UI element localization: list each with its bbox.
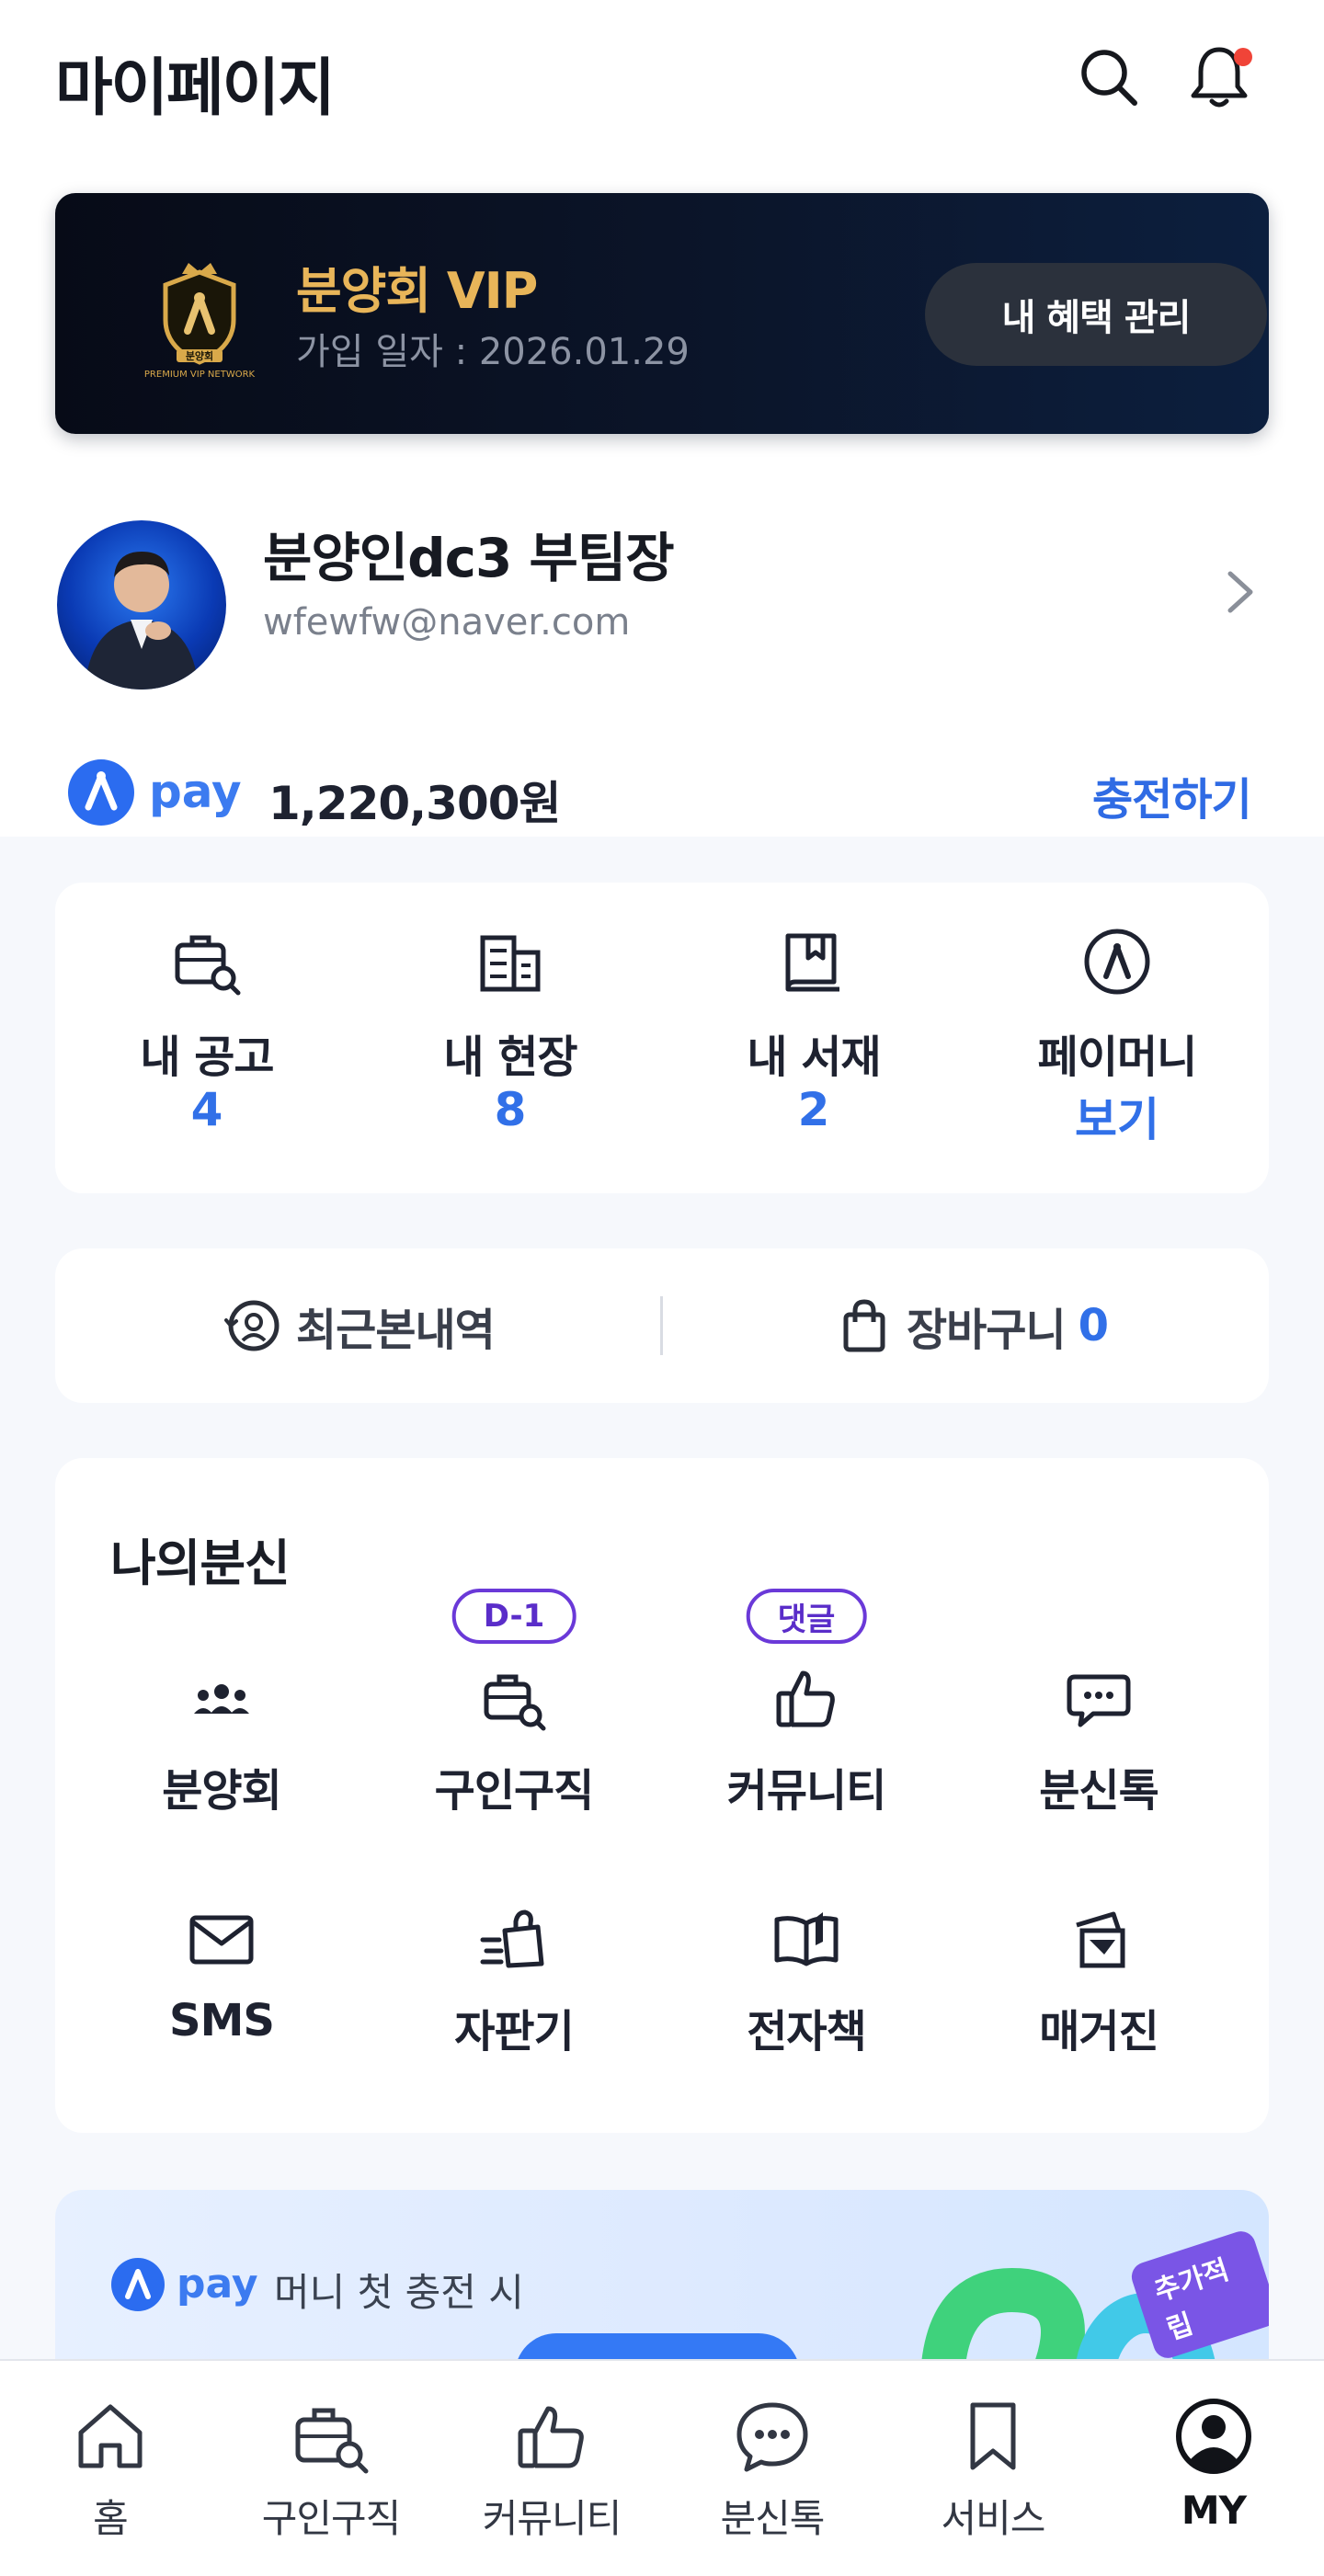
menu-item-bunyanghoe[interactable]: 분양회	[75, 1662, 368, 1864]
stat-label: 페이머니	[1037, 1032, 1198, 1083]
menu-item-ebook[interactable]: 전자책	[660, 1903, 953, 2105]
menu-label: 전자책	[747, 2006, 866, 2057]
pay-logo: pay	[66, 756, 250, 829]
thumbs-up-icon	[770, 1662, 843, 1736]
chevron-right-icon[interactable]	[1217, 564, 1263, 620]
building-icon	[474, 925, 547, 998]
nav-label: 구인구직	[261, 2496, 402, 2541]
nav-my[interactable]: MY	[1103, 2361, 1324, 2576]
deadline-badge: D-1	[451, 1589, 576, 1644]
stat-value: 8	[494, 1083, 527, 1136]
home-icon	[70, 2396, 151, 2477]
stat-label: 내 공고	[140, 1032, 274, 1083]
nav-label: 커뮤니티	[482, 2496, 622, 2541]
stat-value: 2	[797, 1083, 830, 1136]
menu-label: 매거진	[1039, 2006, 1158, 2057]
nav-label: 홈	[93, 2496, 129, 2541]
stat-my-library[interactable]: 내 서재 2	[662, 883, 965, 1193]
menu-label: 자판기	[454, 2006, 574, 2057]
profile-email: wfewfw@naver.com	[263, 601, 631, 644]
pay-logo: pay	[110, 2254, 267, 2315]
book-icon	[777, 925, 850, 998]
mail-icon	[185, 1903, 258, 1977]
nav-jobs[interactable]: 구인구직	[221, 2361, 441, 2576]
pay-balance: 1,220,300원	[268, 777, 562, 830]
nav-label: 서비스	[941, 2496, 1046, 2541]
manage-benefits-button[interactable]: 내 혜택 관리	[925, 263, 1267, 366]
briefcase-search-icon	[477, 1662, 551, 1736]
promo-logo-text: pay	[177, 2261, 258, 2308]
menu-label: 커뮤니티	[726, 1765, 887, 1817]
charge-button[interactable]: 충전하기	[1092, 763, 1252, 827]
profile-name[interactable]: 분양인dc3 부팀장	[263, 515, 675, 592]
bell-icon[interactable]	[1182, 40, 1256, 114]
thumbs-up-icon	[511, 2396, 592, 2477]
briefcase-search-icon	[291, 2396, 371, 2477]
stat-value: 보기	[1075, 1093, 1159, 1146]
menu-item-sms[interactable]: SMS	[75, 1903, 368, 2105]
page-title: 마이페이지	[55, 52, 336, 125]
menu-label: SMS	[169, 1995, 275, 2046]
menu-label: 구인구직	[434, 1765, 595, 1817]
chat-icon	[732, 2396, 813, 2477]
avatar[interactable]	[57, 520, 226, 690]
recent-views-label: 최근본내역	[296, 1305, 496, 1356]
cart-label: 장바구니	[907, 1305, 1067, 1356]
group-icon	[185, 1662, 258, 1736]
recent-cart-card: 최근본내역 장바구니 0	[55, 1248, 1269, 1403]
vip-emblem-text: 분양회	[186, 349, 213, 362]
stat-my-postings[interactable]: 내 공고 4	[55, 883, 359, 1193]
stat-label: 내 현장	[443, 1032, 577, 1083]
shopping-bag-fast-icon	[477, 1903, 551, 1977]
nav-home[interactable]: 홈	[0, 2361, 221, 2576]
stat-pay-money[interactable]: 페이머니 보기	[965, 883, 1269, 1193]
menu-item-magazine[interactable]: 매거진	[953, 1903, 1245, 2105]
divider	[660, 1296, 663, 1355]
menu-title: 나의분신	[110, 1534, 291, 1592]
vip-emblem-subtext: PREMIUM VIP NETWORK	[144, 370, 256, 380]
nav-label: 분신톡	[720, 2496, 826, 2541]
bookmark-icon	[953, 2396, 1033, 2477]
open-book-icon	[770, 1903, 843, 1977]
menu-item-bunsintok[interactable]: 분신톡	[953, 1662, 1245, 1864]
notification-dot	[1234, 48, 1252, 66]
pay-logo-text: pay	[149, 765, 242, 818]
vip-title: 분양회 VIP	[296, 262, 538, 320]
shopping-bag-icon	[843, 1299, 885, 1352]
menu-label: 분양회	[162, 1765, 281, 1817]
vip-join-date: 가입 일자 : 2026.01.29	[296, 331, 690, 373]
stat-my-sites[interactable]: 내 현장 8	[359, 883, 662, 1193]
bottom-nav: 홈 구인구직 커뮤니티 분신톡 서비스 MY	[0, 2359, 1324, 2576]
chat-icon	[1062, 1662, 1136, 1736]
nav-services[interactable]: 서비스	[883, 2361, 1103, 2576]
vip-emblem-icon: PREMIUM VIP NETWORK 분양회	[131, 246, 268, 384]
comment-badge: 댓글	[746, 1589, 867, 1644]
user-circle-icon	[1173, 2396, 1254, 2477]
cart-count: 0	[1078, 1300, 1109, 1351]
my-stats-card: 내 공고 4 내 현장 8 내 서재 2 페이머니 보기	[55, 883, 1269, 1193]
search-icon[interactable]	[1072, 40, 1146, 114]
briefcase-search-icon	[170, 925, 244, 998]
my-menu-card: 나의분신 분양회 D-1 구인구직 댓글 커뮤니티 분신톡 SMS 자판기 전자…	[55, 1458, 1269, 2133]
nav-community[interactable]: 커뮤니티	[441, 2361, 662, 2576]
menu-label: 분신톡	[1039, 1765, 1158, 1817]
magazine-icon	[1062, 1903, 1136, 1977]
recent-history-icon	[224, 1300, 280, 1351]
nav-bunsintok[interactable]: 분신톡	[662, 2361, 883, 2576]
stat-value: 4	[190, 1083, 223, 1136]
menu-item-vending[interactable]: 자판기	[368, 1903, 660, 2105]
pay-money-icon	[1080, 925, 1154, 998]
stat-label: 내 서재	[747, 1032, 881, 1083]
vip-card: PREMIUM VIP NETWORK 분양회 분양회 VIP 가입 일자 : …	[55, 193, 1269, 434]
recent-views-button[interactable]: 최근본내역	[224, 1248, 496, 1403]
cart-button[interactable]: 장바구니 0	[835, 1248, 1109, 1403]
top-bar: 마이페이지	[0, 0, 1324, 156]
menu-item-community[interactable]: 댓글 커뮤니티	[660, 1589, 953, 1864]
promo-text: 머니 첫 충전 시	[274, 2270, 524, 2315]
nav-label: MY	[1181, 2488, 1247, 2533]
menu-item-jobs[interactable]: D-1 구인구직	[368, 1589, 660, 1864]
